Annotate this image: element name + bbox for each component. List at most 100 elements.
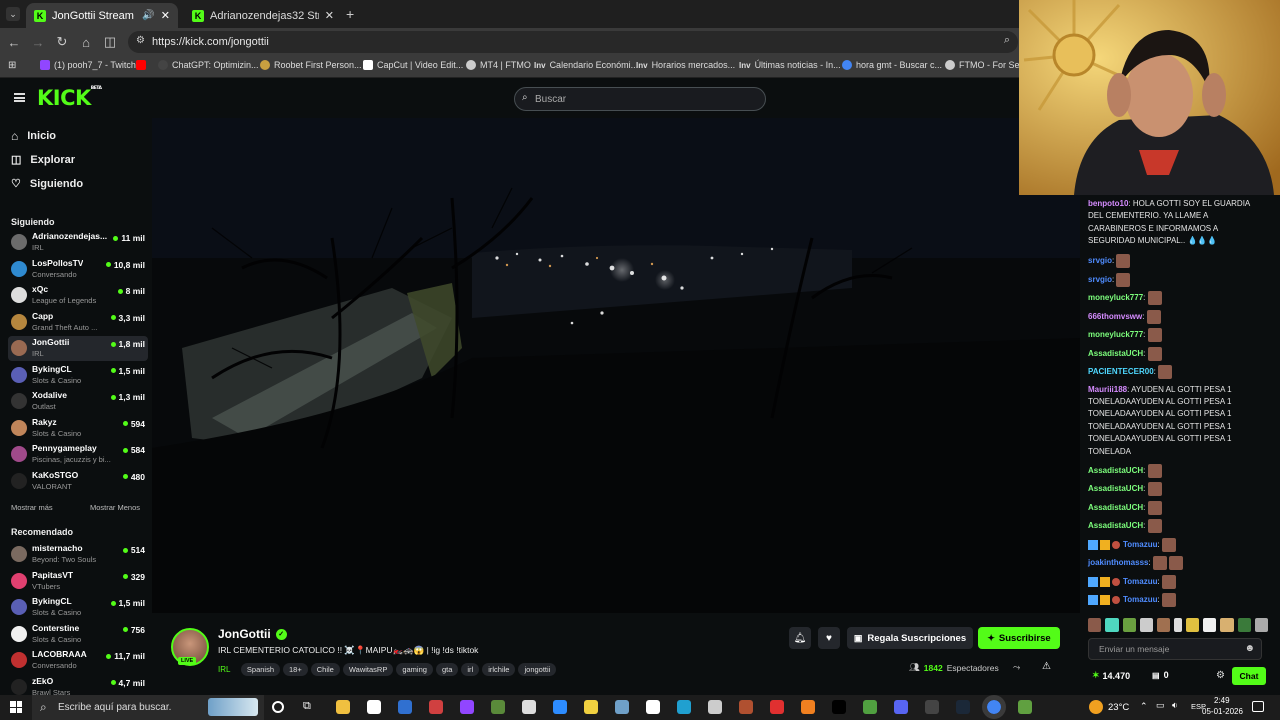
- volume-icon[interactable]: 🔉︎: [1172, 700, 1178, 711]
- tab-list-chevron-icon[interactable]: ⌄: [6, 7, 20, 21]
- bookmark-item[interactable]: MT4 | FTMO: [466, 60, 531, 70]
- channel-points[interactable]: ✶ 14.470: [1092, 670, 1130, 681]
- sidebar-channel[interactable]: zEkO Brawl Stars 4,7 mil: [8, 675, 148, 695]
- browser-tab[interactable]: K Adrianozendejas32 Stream - W ✕: [184, 3, 342, 28]
- browser-tab-active[interactable]: K JonGottii Stream - Watch Li 🔊 ✕: [26, 3, 178, 28]
- tag-pill[interactable]: irl: [461, 663, 480, 676]
- emote-icon[interactable]: [1122, 618, 1136, 632]
- sidebar-channel[interactable]: Capp Grand Theft Auto ... 3,3 mil: [8, 310, 148, 335]
- tag-pill[interactable]: Chile: [310, 663, 340, 676]
- steam-icon[interactable]: [956, 700, 970, 714]
- chat-username[interactable]: Mauriii188: [1088, 385, 1127, 394]
- nav-inicio[interactable]: ⌂ Inicio: [11, 129, 56, 143]
- chat-username[interactable]: srvgio: [1088, 275, 1112, 284]
- bookmark-item[interactable]: [136, 60, 146, 70]
- video-player[interactable]: [152, 118, 1080, 613]
- sidebar-channel[interactable]: LosPollosTV Conversando 10,8 mil: [8, 257, 148, 282]
- menu-icon[interactable]: [14, 93, 25, 102]
- sidebar-channel[interactable]: Rakyz Slots & Casino 594: [8, 416, 148, 441]
- bookmark-item[interactable]: FTMO - For Serio: [945, 60, 1030, 70]
- sidebar-channel[interactable]: Pennygameplay Piscinas, jacuzzis y bi... 5…: [8, 442, 148, 467]
- tiktok-icon[interactable]: [832, 700, 846, 714]
- emoji-icon[interactable]: ☻: [1244, 643, 1255, 654]
- apps-grid-icon[interactable]: ⊞: [8, 60, 16, 71]
- split-view-icon[interactable]: ◫: [102, 34, 118, 50]
- emote-icon[interactable]: [1105, 618, 1119, 632]
- file-explorer-icon[interactable]: [336, 700, 350, 714]
- bookmark-item[interactable]: Roobet First Person...: [260, 60, 362, 70]
- bookmark-item[interactable]: CapCut | Video Edit...: [363, 60, 463, 70]
- app-icon[interactable]: [491, 700, 505, 714]
- category-link[interactable]: IRL: [218, 665, 230, 674]
- opera-icon[interactable]: [770, 700, 784, 714]
- tag-pill[interactable]: 18+: [283, 663, 308, 676]
- chat-username[interactable]: srvgio: [1088, 256, 1112, 265]
- tray-chevron-icon[interactable]: ⌃: [1140, 701, 1148, 712]
- address-bar[interactable]: ⚙ https://kick.com/jongottii ⌕: [128, 31, 1018, 53]
- emote-icon[interactable]: [1088, 618, 1102, 632]
- sidebar-channel[interactable]: xQc League of Legends 8 mil: [8, 283, 148, 308]
- chat-input[interactable]: Enviar un mensaje ☻: [1088, 638, 1262, 660]
- chat-username[interactable]: benpoto10: [1088, 199, 1128, 208]
- chat-username[interactable]: Tomazuu: [1123, 540, 1158, 549]
- tab-close-icon[interactable]: ✕: [325, 9, 334, 22]
- chat-username[interactable]: AssadistaUCH: [1088, 484, 1143, 493]
- chat-username[interactable]: AssadistaUCH: [1088, 349, 1143, 358]
- emote-icon[interactable]: [1254, 618, 1269, 632]
- speaker-icon[interactable]: 🔊: [142, 10, 154, 21]
- cortana-icon[interactable]: [272, 701, 284, 713]
- sticky-notes-icon[interactable]: [584, 700, 598, 714]
- tag-pill[interactable]: gta: [435, 663, 459, 676]
- new-tab-icon[interactable]: +: [346, 6, 354, 22]
- home-icon[interactable]: ⌂: [78, 34, 94, 50]
- share-icon[interactable]: ⤳: [1013, 662, 1020, 673]
- chat-username[interactable]: AssadistaUCH: [1088, 503, 1143, 512]
- sidebar-channel[interactable]: misternacho Beyond: Two Souls 514: [8, 542, 148, 567]
- network-icon[interactable]: ▭: [1156, 700, 1165, 711]
- app-icon[interactable]: [925, 700, 939, 714]
- tag-pill[interactable]: gaming: [396, 663, 433, 676]
- subs-count[interactable]: ▤ 0: [1152, 670, 1169, 680]
- clock-time[interactable]: 2:49: [1214, 696, 1230, 705]
- weather-icon[interactable]: [1089, 700, 1103, 714]
- twitch-icon[interactable]: [460, 700, 474, 714]
- sidebar-channel[interactable]: PapitasVT VTubers 329: [8, 569, 148, 594]
- zoom-icon[interactable]: ⌕: [1004, 34, 1010, 47]
- show-less-link[interactable]: Mostrar Menos: [90, 503, 140, 512]
- bookmark-item[interactable]: Inv Últimas noticias - In...: [739, 60, 841, 70]
- task-view-icon[interactable]: ⧉: [303, 700, 311, 713]
- app-icon[interactable]: [1018, 700, 1032, 714]
- chat-username[interactable]: joakinthomasss: [1088, 558, 1148, 567]
- discord-icon[interactable]: [894, 700, 908, 714]
- tab-close-icon[interactable]: ✕: [161, 9, 170, 22]
- sidebar-channel[interactable]: KaKoSTGO VALORANT 480: [8, 469, 148, 494]
- clock-date[interactable]: 05-01-2026: [1202, 707, 1243, 716]
- emote-icon[interactable]: [1157, 618, 1171, 632]
- app-icon[interactable]: [615, 700, 629, 714]
- sidebar-channel[interactable]: Xodalive Outlast 1,3 mil: [8, 389, 148, 414]
- capcut-icon[interactable]: [646, 700, 660, 714]
- copilot-icon[interactable]: [398, 700, 412, 714]
- emote-icon[interactable]: [1185, 618, 1200, 632]
- chat-username[interactable]: moneyluck777: [1088, 330, 1143, 339]
- taskbar-search[interactable]: ⌕ Escribe aquí para buscar.: [32, 695, 264, 720]
- app-icon[interactable]: [522, 700, 536, 714]
- emote-icon[interactable]: [1174, 618, 1182, 632]
- chat-username[interactable]: 666thomvsww: [1088, 312, 1142, 321]
- reload-icon[interactable]: ↻: [54, 34, 70, 50]
- app-icon[interactable]: [677, 700, 691, 714]
- chat-username[interactable]: PACIENTECER00: [1088, 367, 1154, 376]
- sidebar-channel[interactable]: JonGottii IRL 1,8 mil: [8, 336, 148, 361]
- search-input[interactable]: ⌕ Buscar: [514, 87, 766, 111]
- chrome-icon[interactable]: [982, 695, 1006, 719]
- chat-username[interactable]: moneyluck777: [1088, 293, 1143, 302]
- weather-temp[interactable]: 23°C: [1108, 702, 1129, 713]
- emote-icon[interactable]: [1220, 618, 1234, 632]
- show-more-link[interactable]: Mostrar más: [11, 503, 53, 512]
- bookmark-item[interactable]: hora gmt - Buscar c...: [842, 60, 942, 70]
- bookmark-item[interactable]: Inv Horarios mercados...: [636, 60, 735, 70]
- nav-siguiendo[interactable]: ♡ Siguiendo: [11, 177, 83, 191]
- report-icon[interactable]: ⚠: [1042, 661, 1051, 672]
- emote-icon[interactable]: [1237, 618, 1251, 632]
- forward-icon[interactable]: →: [30, 34, 46, 50]
